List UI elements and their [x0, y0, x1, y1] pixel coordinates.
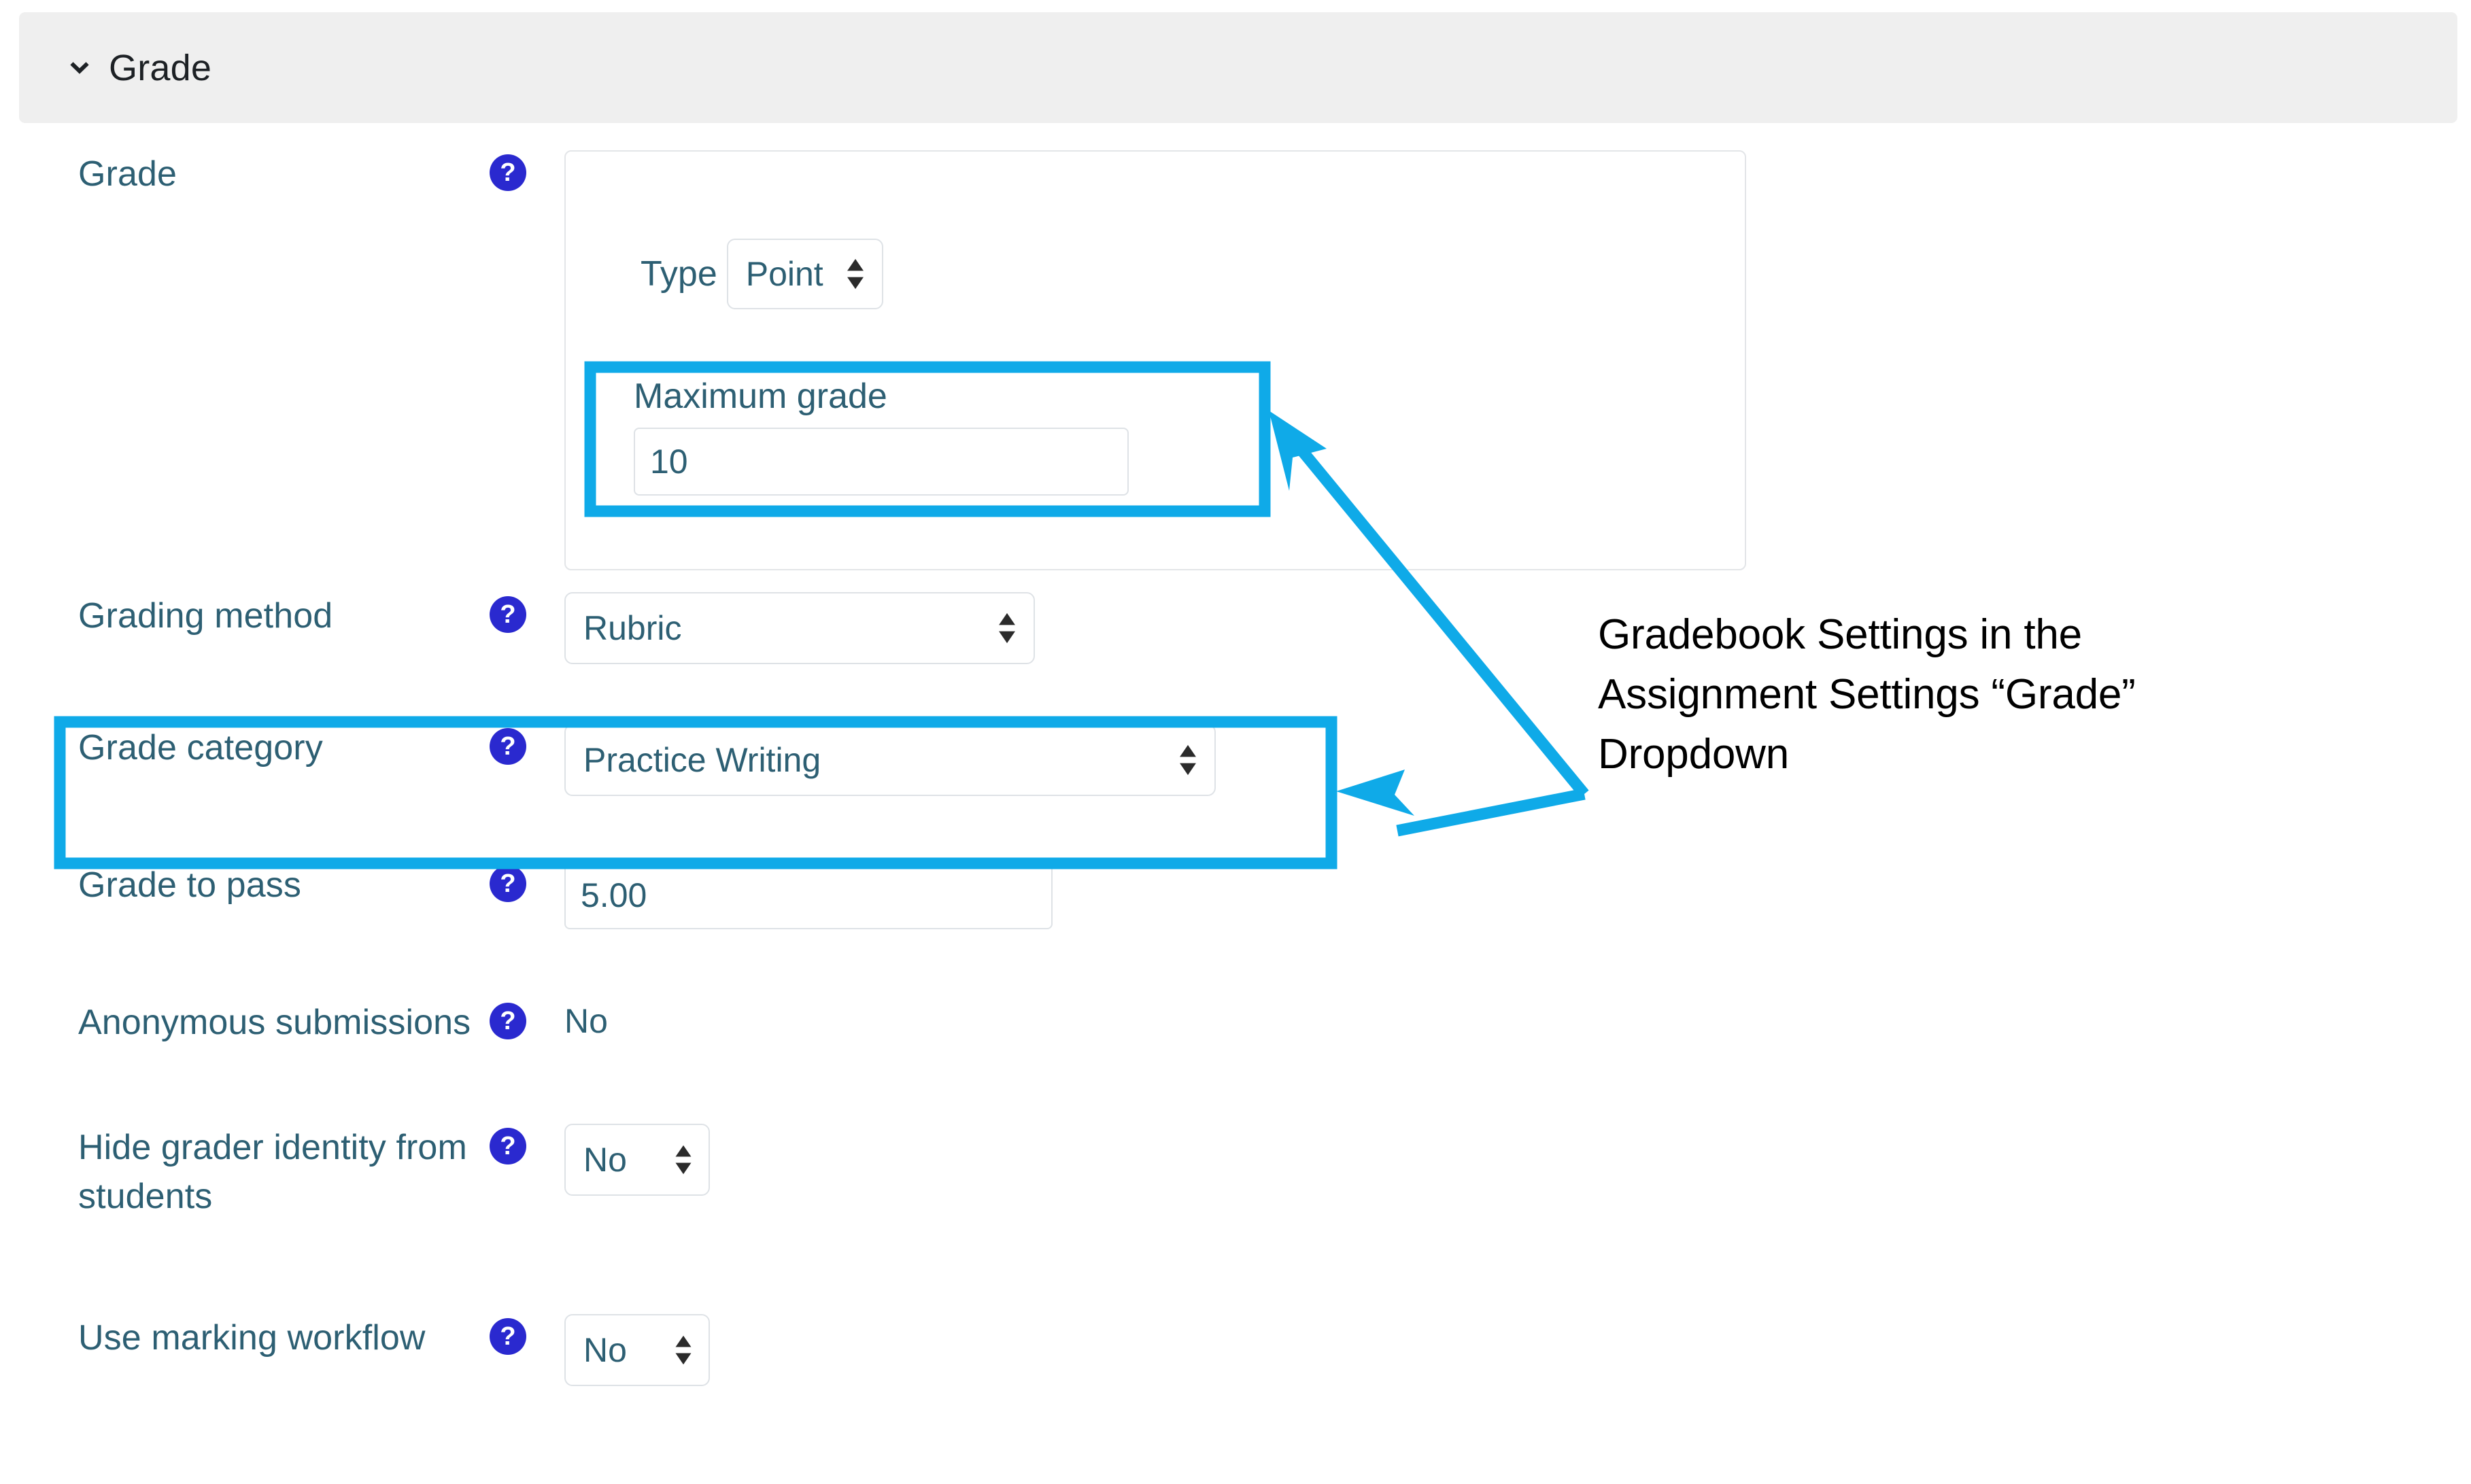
- help-cell-grade-category: ?: [490, 724, 564, 765]
- up-down-arrows-icon: [1180, 744, 1196, 776]
- help-icon-anonymous-submissions[interactable]: ?: [490, 1003, 526, 1039]
- up-down-arrows-icon: [675, 1145, 692, 1175]
- chevron-down-icon[interactable]: [65, 54, 94, 82]
- help-icon-grading-method[interactable]: ?: [490, 596, 526, 633]
- help-icon-hide-grader-identity[interactable]: ?: [490, 1128, 526, 1164]
- annotation-line-1: Gradebook Settings in the: [1598, 611, 2082, 658]
- select-grade-category[interactable]: Practice Writing: [564, 724, 1216, 796]
- help-cell-use-marking-workflow: ?: [490, 1314, 564, 1355]
- field-grade: Type Point Maximum grade 10: [564, 150, 2471, 570]
- arrow-shaft-to-grade-category: [1396, 788, 1586, 837]
- select-grade-type[interactable]: Point: [726, 239, 883, 309]
- form-row-grade-to-pass: Grade to pass ? 5.00: [0, 861, 2471, 929]
- form-row-grade: Grade ? Type Point Maximum grade 10: [0, 150, 2471, 570]
- help-icon-use-marking-workflow[interactable]: ?: [490, 1318, 526, 1355]
- select-use-marking-workflow-value: No: [583, 1331, 627, 1369]
- maximum-grade-block: Maximum grade 10: [615, 379, 1288, 496]
- input-grade-to-pass[interactable]: 5.00: [564, 861, 1053, 929]
- label-grade-to-pass: Grade to pass: [78, 865, 301, 905]
- field-anonymous-submissions: No: [564, 999, 2471, 1038]
- help-cell-grading-method: ?: [490, 592, 564, 633]
- grade-type-line: Type Point: [641, 239, 883, 309]
- label-use-marking-workflow: Use marking workflow: [78, 1318, 426, 1358]
- up-down-arrows-icon: [847, 258, 864, 290]
- label-maximum-grade: Maximum grade: [634, 377, 887, 416]
- value-anonymous-submissions: No: [564, 1002, 608, 1040]
- grade-type-fieldset: Type Point Maximum grade 10: [564, 150, 1746, 570]
- label-grade: Grade: [78, 154, 177, 194]
- annotation-line-2: Assignment Settings “Grade”: [1598, 671, 2136, 719]
- annotation-caption: Gradebook Settings in the Assignment Set…: [1598, 605, 2319, 784]
- grade-section-title: Grade: [109, 47, 212, 88]
- label-type: Type: [641, 254, 717, 294]
- select-grade-category-value: Practice Writing: [583, 741, 821, 779]
- label-anonymous-submissions: Anonymous submissions: [78, 1003, 471, 1042]
- input-maximum-grade[interactable]: 10: [634, 428, 1129, 496]
- help-icon-grade[interactable]: ?: [490, 154, 526, 191]
- help-cell-grade-to-pass: ?: [490, 861, 564, 902]
- select-grade-type-value: Point: [745, 255, 823, 293]
- select-hide-grader-identity[interactable]: No: [564, 1124, 710, 1196]
- label-grading-method: Grading method: [78, 596, 333, 636]
- help-cell-hide-grader-identity: ?: [490, 1124, 564, 1164]
- label-hide-grader-identity: Hide grader identity from students: [78, 1128, 467, 1216]
- help-cell-anonymous-submissions: ?: [490, 999, 564, 1039]
- assignment-grade-settings-page: Grade Grade ? Type Point Maximum grade 1…: [0, 0, 2471, 1484]
- grade-section-header[interactable]: Grade: [19, 12, 2457, 123]
- select-grading-method-value: Rubric: [583, 609, 682, 647]
- form-row-use-marking-workflow: Use marking workflow ? No: [0, 1314, 2471, 1386]
- annotation-line-3: Dropdown: [1598, 731, 1790, 778]
- select-use-marking-workflow[interactable]: No: [564, 1314, 710, 1386]
- help-icon-grade-category[interactable]: ?: [490, 728, 526, 765]
- field-hide-grader-identity: No: [564, 1124, 2471, 1196]
- select-grading-method[interactable]: Rubric: [564, 592, 1035, 664]
- field-use-marking-workflow: No: [564, 1314, 2471, 1386]
- form-row-hide-grader-identity: Hide grader identity from students ? No: [0, 1124, 2471, 1222]
- help-icon-grade-to-pass[interactable]: ?: [490, 865, 526, 902]
- label-grade-category: Grade category: [78, 728, 323, 767]
- field-grade-to-pass: 5.00: [564, 861, 2471, 929]
- select-hide-grader-identity-value: No: [583, 1141, 627, 1179]
- up-down-arrows-icon: [675, 1335, 692, 1365]
- help-cell-grade: ?: [490, 150, 564, 191]
- form-row-anonymous-submissions: Anonymous submissions ? No: [0, 999, 2471, 1048]
- up-down-arrows-icon: [999, 612, 1015, 644]
